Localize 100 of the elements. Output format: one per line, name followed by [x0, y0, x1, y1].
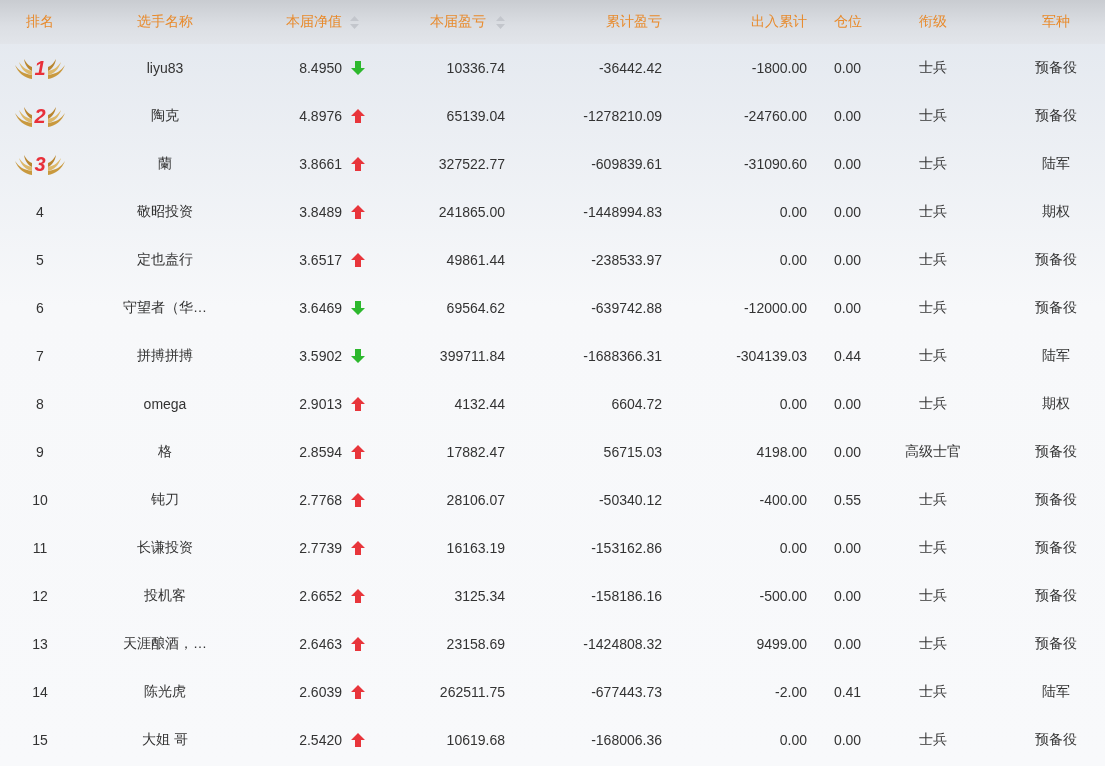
cumulative-flow: 0.00 [779, 396, 807, 412]
rank-number: 1 [34, 56, 46, 80]
cumulative-flow: -12000.00 [743, 300, 807, 316]
cumulative-profit: -1448994.83 [583, 204, 662, 220]
cumulative-flow: 0.00 [779, 732, 807, 748]
position-value: 0.00 [833, 60, 862, 76]
sort-icon[interactable] [350, 15, 359, 29]
cumulative-profit: 56715.03 [603, 444, 662, 460]
net-value: 3.5902 [299, 348, 342, 364]
player-name[interactable]: 定也盍行 [137, 251, 193, 269]
cumulative-profit: -168006.36 [591, 732, 662, 748]
column-header: 排名 [26, 13, 54, 31]
profit-value: 10336.74 [446, 60, 505, 76]
profit-value: 262511.75 [439, 684, 505, 700]
position-value: 0.41 [833, 684, 862, 700]
player-name[interactable]: 天涯酿酒，… [123, 635, 207, 653]
cumulative-flow: 9499.00 [756, 636, 807, 652]
player-name[interactable]: 长谦投资 [137, 539, 193, 557]
service-branch: 期权 [1042, 203, 1070, 221]
player-name[interactable]: 守望者（华… [123, 299, 207, 317]
service-branch: 预备役 [1035, 299, 1077, 317]
net-value: 4.8976 [299, 108, 342, 124]
service-branch: 陆军 [1042, 155, 1070, 173]
net-value: 2.6039 [299, 684, 342, 700]
player-name[interactable]: 陶克 [151, 107, 179, 125]
service-branch: 预备役 [1035, 731, 1077, 749]
cumulative-profit: -238533.97 [591, 252, 662, 268]
position-value: 0.00 [833, 204, 862, 220]
player-name[interactable]: 敬昭投资 [137, 203, 193, 221]
cumulative-flow: 4198.00 [756, 444, 807, 460]
rank-title: 士兵 [918, 59, 947, 77]
net-value: 2.9013 [299, 396, 342, 412]
rank-number: 2 [34, 104, 46, 128]
rank-title: 高级士官 [904, 443, 961, 461]
service-branch: 预备役 [1035, 251, 1077, 269]
service-branch: 预备役 [1035, 587, 1077, 605]
net-value: 2.6463 [299, 636, 342, 652]
rank-title: 士兵 [918, 347, 947, 365]
position-value: 0.00 [833, 396, 862, 412]
net-value: 3.8489 [299, 204, 342, 220]
player-name[interactable]: liyu83 [146, 60, 184, 76]
rank-number: 5 [36, 252, 44, 268]
net-value: 2.5420 [299, 732, 342, 748]
player-name[interactable]: 投机客 [144, 587, 186, 605]
profit-value: 327522.77 [438, 156, 505, 172]
cumulative-profit: -1278210.09 [583, 108, 662, 124]
net-value: 2.7739 [299, 540, 342, 556]
net-value: 2.6652 [299, 588, 342, 604]
cumulative-flow: -31090.60 [743, 156, 807, 172]
column-header: 选手名称 [137, 13, 193, 31]
cumulative-profit: -50340.12 [598, 492, 662, 508]
cumulative-profit: -36442.42 [598, 60, 662, 76]
rank-number: 12 [32, 588, 48, 604]
rank-number: 14 [32, 684, 48, 700]
position-value: 0.00 [833, 732, 862, 748]
position-value: 0.00 [833, 636, 862, 652]
player-name[interactable]: 大姐 哥 [142, 731, 188, 749]
cumulative-profit: -677443.73 [591, 684, 662, 700]
cumulative-flow: 0.00 [779, 204, 807, 220]
cumulative-flow: 0.00 [779, 540, 807, 556]
position-value: 0.00 [833, 540, 862, 556]
player-name[interactable]: omega [143, 396, 187, 412]
profit-value: 10619.68 [446, 732, 505, 748]
player-name[interactable]: 格 [158, 443, 172, 461]
position-value: 0.00 [833, 588, 862, 604]
player-name[interactable]: 钝刀 [151, 491, 179, 509]
player-name[interactable]: 拼搏拼搏 [137, 347, 193, 365]
rank-title: 士兵 [918, 251, 947, 269]
net-value: 3.6469 [299, 300, 342, 316]
profit-value: 16163.19 [446, 540, 505, 556]
rank-title: 士兵 [918, 395, 947, 413]
rank-number: 9 [36, 444, 44, 460]
player-name[interactable]: 蘭 [158, 155, 172, 173]
rank-number: 8 [36, 396, 44, 412]
profit-value: 17882.47 [446, 444, 505, 460]
column-header: 出入累计 [751, 13, 807, 31]
service-branch: 陆军 [1042, 683, 1070, 701]
column-header: 衔级 [918, 13, 947, 31]
profit-value: 65139.04 [446, 108, 505, 124]
cumulative-flow: -1800.00 [751, 60, 807, 76]
cumulative-flow: -2.00 [775, 684, 807, 700]
column-header: 仓位 [833, 13, 862, 31]
rank-title: 士兵 [918, 107, 947, 125]
sort-icon[interactable] [496, 15, 505, 29]
player-name[interactable]: 陈光虎 [144, 683, 186, 701]
rank-title: 士兵 [918, 683, 947, 701]
rank-number: 10 [32, 492, 48, 508]
service-branch: 期权 [1042, 395, 1070, 413]
rank-title: 士兵 [918, 491, 947, 509]
column-header: 累计盈亏 [606, 13, 662, 31]
cumulative-profit: -153162.86 [591, 540, 662, 556]
net-value: 2.7768 [299, 492, 342, 508]
position-value: 0.00 [833, 444, 862, 460]
cumulative-profit: 6604.72 [611, 396, 662, 412]
rank-title: 士兵 [918, 203, 947, 221]
net-value: 2.8594 [299, 444, 342, 460]
service-branch: 预备役 [1035, 107, 1077, 125]
service-branch: 陆军 [1042, 347, 1070, 365]
profit-value: 49861.44 [446, 252, 505, 268]
position-value: 0.44 [833, 348, 862, 364]
